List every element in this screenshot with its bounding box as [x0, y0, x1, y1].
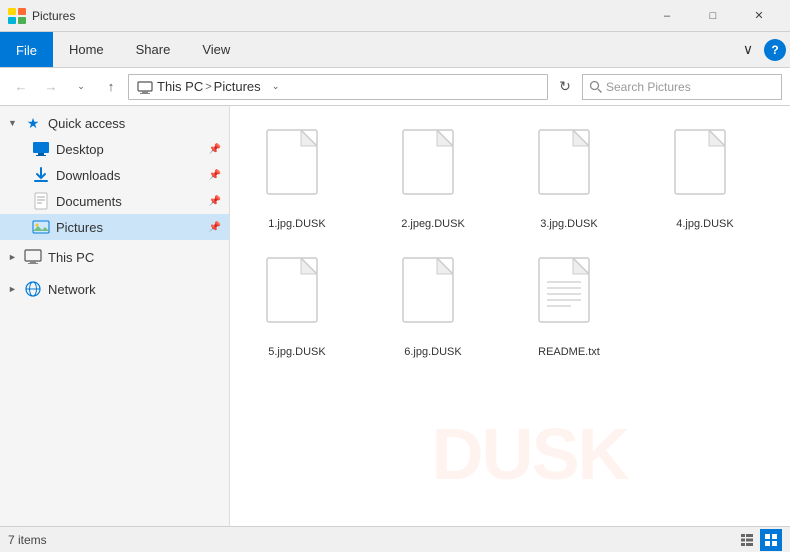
- app-icon: [8, 8, 28, 24]
- downloads-icon: [32, 166, 50, 184]
- window-title: Pictures: [32, 9, 644, 23]
- minimize-button[interactable]: –: [644, 0, 690, 32]
- pin-icon-desktop: 📌: [209, 144, 221, 155]
- forward-button[interactable]: →: [38, 74, 64, 100]
- breadcrumb-pictures: Pictures: [214, 79, 261, 94]
- file-item[interactable]: 3.jpg.DUSK: [514, 118, 624, 238]
- network-label: Network: [48, 282, 96, 297]
- file-label: 4.jpg.DUSK: [676, 218, 733, 230]
- item-count: 7 items: [8, 533, 47, 547]
- file-item[interactable]: 6.jpg.DUSK: [378, 246, 488, 366]
- file-label: 2.jpeg.DUSK: [401, 218, 465, 230]
- tab-share[interactable]: Share: [120, 32, 187, 67]
- file-grid: 1.jpg.DUSK 2.jpeg.DUSK 3.jpg.DUSK: [242, 118, 778, 366]
- content-area: DUSK 1.jpg.DUSK 2.jpeg.DUSK: [230, 106, 790, 526]
- sidebar-item-downloads[interactable]: Downloads 📌: [0, 162, 229, 188]
- file-label: README.txt: [538, 346, 600, 358]
- star-icon: ★: [24, 114, 42, 132]
- documents-icon: [32, 192, 50, 210]
- breadcrumb-this-pc: This PC: [157, 79, 203, 94]
- sidebar-section-this-pc: ► This PC: [0, 242, 229, 272]
- network-header[interactable]: ► Network: [0, 274, 229, 304]
- network-toggle: ►: [8, 284, 24, 294]
- tab-view[interactable]: View: [186, 32, 246, 67]
- file-icon: [397, 126, 469, 214]
- this-pc-label: This PC: [48, 250, 94, 265]
- file-label: 1.jpg.DUSK: [268, 218, 325, 230]
- file-icon: [397, 254, 469, 342]
- file-icon: [261, 126, 333, 214]
- desktop-icon: [32, 140, 50, 158]
- documents-label: Documents: [56, 194, 122, 209]
- close-button[interactable]: ✕: [736, 0, 782, 32]
- sidebar-item-pictures[interactable]: Pictures 📌: [0, 214, 229, 240]
- details-view-button[interactable]: [736, 529, 758, 551]
- back-button[interactable]: ←: [8, 74, 34, 100]
- refresh-button[interactable]: ↻: [552, 74, 578, 100]
- file-item[interactable]: 4.jpg.DUSK: [650, 118, 760, 238]
- sidebar-item-desktop[interactable]: Desktop 📌: [0, 136, 229, 162]
- search-placeholder: Search Pictures: [606, 80, 691, 94]
- this-pc-header[interactable]: ► This PC: [0, 242, 229, 272]
- address-path[interactable]: This PC > Pictures ⌄: [128, 74, 548, 100]
- status-bar: 7 items: [0, 526, 790, 552]
- quick-access-label: Quick access: [48, 116, 125, 131]
- quick-access-header[interactable]: ▼ ★ Quick access: [0, 110, 229, 136]
- tab-file[interactable]: File: [0, 32, 53, 67]
- network-icon: [24, 280, 42, 298]
- this-pc-icon: [137, 79, 153, 95]
- maximize-button[interactable]: □: [690, 0, 736, 32]
- sidebar-item-documents[interactable]: Documents 📌: [0, 188, 229, 214]
- sidebar: ▼ ★ Quick access Desktop 📌: [0, 106, 230, 526]
- desktop-label: Desktop: [56, 142, 104, 157]
- tab-home[interactable]: Home: [53, 32, 120, 67]
- pin-icon-pictures: 📌: [209, 222, 221, 233]
- up-button[interactable]: ↑: [98, 74, 124, 100]
- large-icons-view-button[interactable]: [760, 529, 782, 551]
- search-box[interactable]: Search Pictures: [582, 74, 782, 100]
- ribbon-expand-button[interactable]: ∨: [734, 36, 762, 64]
- this-pc-icon: [24, 248, 42, 266]
- pictures-label: Pictures: [56, 220, 103, 235]
- quick-access-toggle: ▼: [8, 118, 24, 128]
- separator-1: >: [205, 81, 211, 93]
- help-button[interactable]: ?: [764, 39, 786, 61]
- recent-locations-button[interactable]: ⌄: [68, 74, 94, 100]
- file-label: 3.jpg.DUSK: [540, 218, 597, 230]
- file-label: 5.jpg.DUSK: [268, 346, 325, 358]
- pictures-icon: [32, 218, 50, 236]
- file-icon: [533, 254, 605, 342]
- file-label: 6.jpg.DUSK: [404, 346, 461, 358]
- main-layout: ▼ ★ Quick access Desktop 📌: [0, 106, 790, 526]
- ribbon: File Home Share View ∨ ?: [0, 32, 790, 68]
- sidebar-section-network: ► Network: [0, 274, 229, 304]
- title-bar: Pictures – □ ✕: [0, 0, 790, 32]
- file-item[interactable]: 5.jpg.DUSK: [242, 246, 352, 366]
- file-icon: [533, 126, 605, 214]
- sidebar-section-quick-access: ▼ ★ Quick access Desktop 📌: [0, 110, 229, 240]
- file-item[interactable]: 2.jpeg.DUSK: [378, 118, 488, 238]
- path-dropdown[interactable]: ⌄: [265, 74, 287, 100]
- watermark: DUSK: [432, 414, 628, 496]
- view-toggle: [736, 529, 782, 551]
- pin-icon-documents: 📌: [209, 196, 221, 207]
- this-pc-toggle: ►: [8, 252, 24, 262]
- file-item[interactable]: README.txt: [514, 246, 624, 366]
- window-controls: – □ ✕: [644, 0, 782, 32]
- pin-icon-downloads: 📌: [209, 170, 221, 181]
- search-icon: [589, 80, 602, 93]
- file-icon: [669, 126, 741, 214]
- address-bar: ← → ⌄ ↑ This PC > Pictures ⌄ ↻ Search Pi…: [0, 68, 790, 106]
- file-item[interactable]: 1.jpg.DUSK: [242, 118, 352, 238]
- file-icon: [261, 254, 333, 342]
- downloads-label: Downloads: [56, 168, 120, 183]
